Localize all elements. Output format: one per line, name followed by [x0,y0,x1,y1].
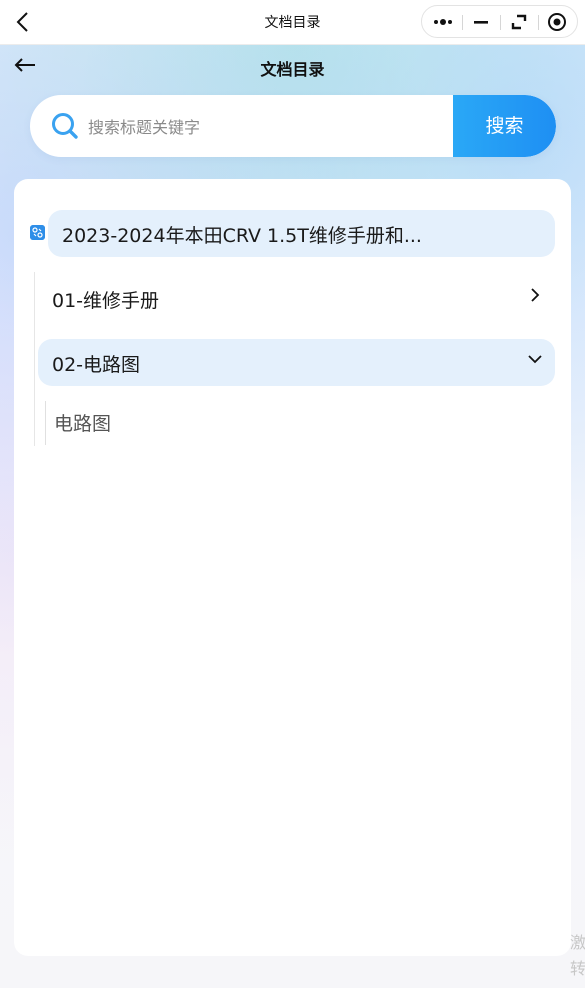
top-bar: 文档目录 [0,0,585,45]
page-title: 文档目录 [260,60,325,79]
watermark: 激转 [570,933,585,978]
tree-item-label: 02-电路图 [52,354,141,376]
document-icon [30,225,45,240]
directory-card: 2023-2024年本田CRV 1.5T维修手册和... 01-维修手册 02-… [14,179,571,956]
chevron-right-icon[interactable] [527,287,543,303]
search-icon [52,113,78,139]
search-button[interactable]: 搜索 [453,95,556,157]
tree-connector-line [45,401,46,445]
capsule-divider [500,15,501,30]
tree-root-label: 2023-2024年本田CRV 1.5T维修手册和... [62,225,422,247]
tree-item-circuit-diagram[interactable]: 02-电路图 [38,339,555,386]
capsule-divider [462,15,463,30]
search-input[interactable] [86,109,450,145]
tree-item-maintenance-manual[interactable]: 01-维修手册 [38,275,555,321]
chevron-down-icon[interactable] [527,351,543,367]
capsule-menu [421,5,578,38]
tree-item-label: 01-维修手册 [52,290,160,312]
close-circle-icon[interactable] [546,11,568,33]
tree-connector-line [34,272,35,446]
minimize-icon[interactable] [470,11,492,33]
more-dots-icon[interactable] [432,11,454,33]
tree-leaf-circuit-diagram[interactable]: 电路图 [54,409,111,436]
restore-icon[interactable] [508,11,530,33]
search-bar: 搜索 [30,95,556,157]
tree-root-item[interactable]: 2023-2024年本田CRV 1.5T维修手册和... [48,210,555,257]
capsule-divider [538,15,539,30]
